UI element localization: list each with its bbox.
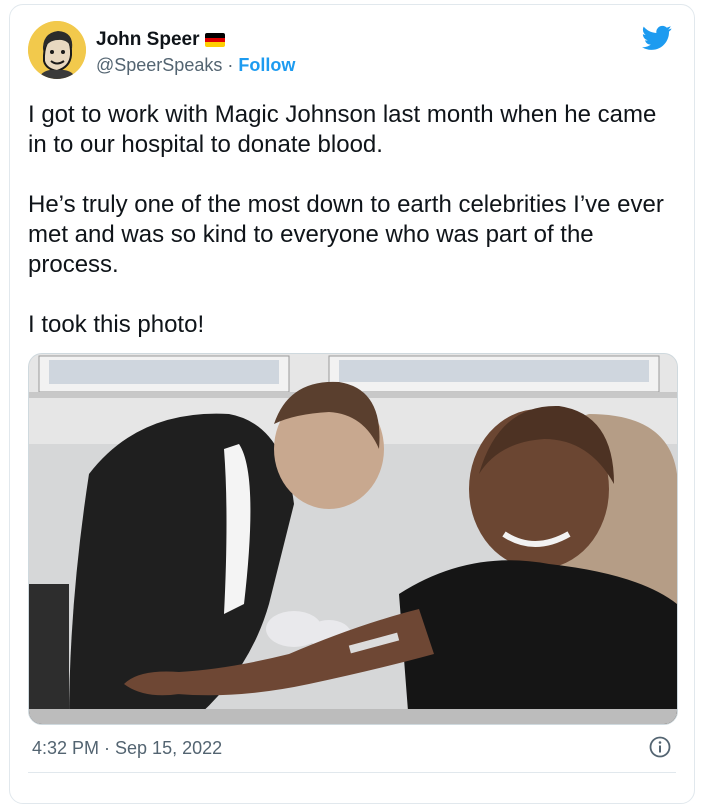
divider: [28, 772, 676, 773]
tweet-paragraph: He’s truly one of the most down to earth…: [28, 191, 664, 278]
follow-button[interactable]: Follow: [238, 55, 295, 75]
tweet-timestamp[interactable]: 4:32 PM · Sep 15, 2022: [32, 738, 222, 759]
handle[interactable]: @SpeerSpeaks: [96, 55, 222, 75]
tweet-text: I got to work with Magic Johnson last mo…: [28, 100, 678, 370]
display-name[interactable]: John Speer: [96, 29, 199, 51]
author-handle-row: @SpeerSpeaks · Follow: [96, 55, 295, 76]
tweet-paragraph: I took this photo!: [28, 311, 205, 338]
info-icon[interactable]: [648, 735, 672, 759]
separator: ·: [227, 55, 234, 75]
avatar[interactable]: [28, 21, 86, 79]
tweet-paragraph: I got to work with Magic Johnson last mo…: [28, 101, 657, 158]
twitter-bird-icon[interactable]: [642, 25, 672, 51]
tweet-card: John Speer @SpeerSpeaks · Follow I got t…: [9, 4, 695, 804]
tweet-photo[interactable]: [28, 353, 678, 725]
germany-flag-icon: [205, 33, 226, 47]
author-name-row: John Speer: [96, 29, 226, 51]
